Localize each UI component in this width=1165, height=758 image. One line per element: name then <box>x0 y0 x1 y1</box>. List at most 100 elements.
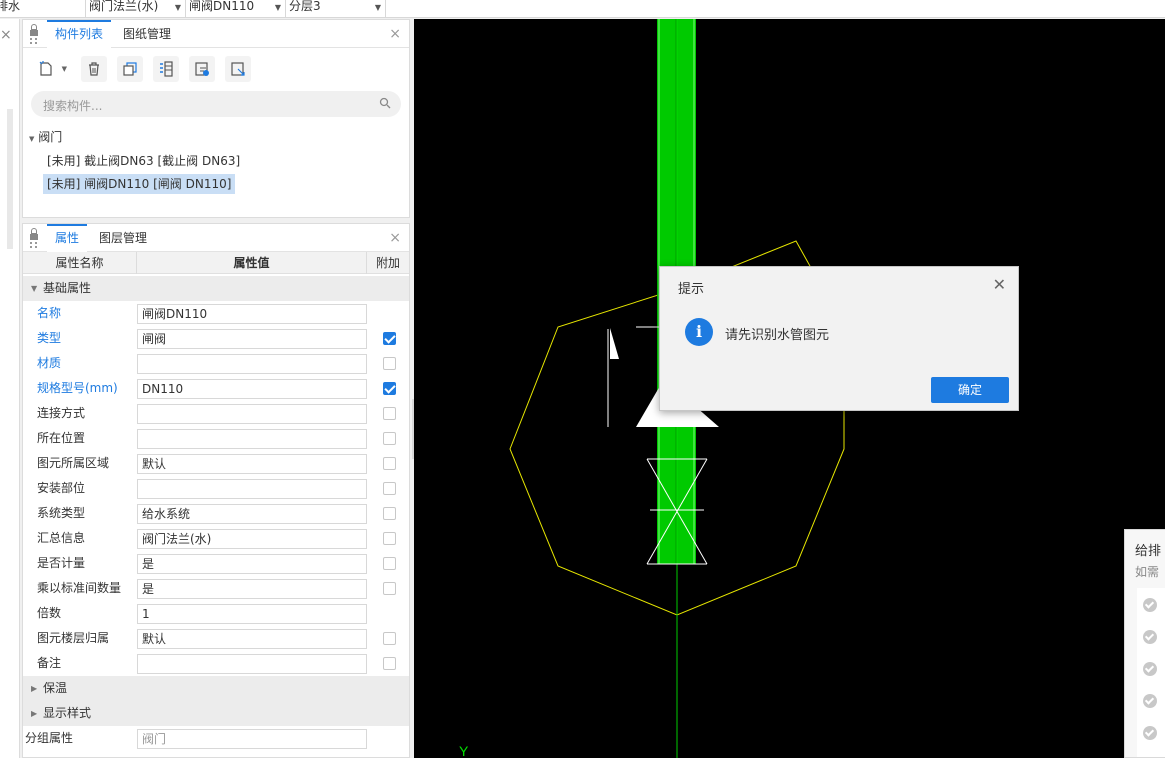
property-value-field[interactable] <box>137 354 367 374</box>
component-search[interactable]: 搜索构件... <box>31 91 401 117</box>
attach-checkbox[interactable] <box>383 432 396 445</box>
axis-label-y: Y <box>459 743 469 758</box>
new-component-button[interactable]: ▼ <box>33 56 69 82</box>
tab-drawing-management[interactable]: 图纸管理 <box>115 20 179 48</box>
property-value-field[interactable] <box>137 429 367 449</box>
check-circle-icon <box>1143 630 1157 644</box>
property-row: 图元楼层归属 默认 <box>23 626 409 651</box>
caret-right-icon: ▶ <box>31 684 38 693</box>
attach-checkbox[interactable] <box>383 457 396 470</box>
property-value-field[interactable] <box>137 654 367 674</box>
copy-button[interactable] <box>117 56 143 82</box>
caret-down-icon: ▼ <box>29 135 35 143</box>
tree-item-selected[interactable]: [未用] 闸阀DN110 [闸阀 DN110] <box>43 174 236 194</box>
chevron-down-icon: ▼ <box>274 3 281 12</box>
property-name: 类型 <box>37 331 62 345</box>
system-combo[interactable]: 排水 <box>0 0 86 17</box>
group-insulation[interactable]: ▶ 保温 <box>23 676 409 701</box>
pin-icon[interactable] <box>29 228 39 248</box>
close-icon[interactable]: ✕ <box>993 275 1006 294</box>
check-circle-icon <box>1143 598 1157 612</box>
tab-properties[interactable]: 属性 <box>47 224 88 252</box>
property-name: 是否计量 <box>37 556 86 570</box>
property-row: 图元所属区域 默认 <box>23 451 409 476</box>
property-value-field[interactable]: 默认 <box>137 454 367 474</box>
property-name: 规格型号(mm) <box>37 381 118 395</box>
property-value-field[interactable]: 1 <box>137 604 367 624</box>
property-value-field[interactable]: 是 <box>137 579 367 599</box>
delete-button[interactable] <box>81 56 107 82</box>
chevron-down-icon: ▼ <box>374 3 381 12</box>
attach-checkbox[interactable] <box>383 357 396 370</box>
property-name: 系统类型 <box>37 506 86 520</box>
group-basic-properties[interactable]: ▼ 基础属性 <box>23 276 409 301</box>
summary-combo-value: 阀门法兰(水) <box>89 0 159 13</box>
property-name: 所在位置 <box>37 431 86 445</box>
property-name: 倍数 <box>37 606 62 620</box>
property-name: 连接方式 <box>37 406 86 420</box>
property-value-field[interactable]: 闸阀 <box>137 329 367 349</box>
close-icon[interactable]: × <box>389 26 401 42</box>
property-panel: 属性 图层管理 × 属性名称 属性值 附加 ▼ 基础属性 名称 闸阀DN110 类型… <box>22 223 410 758</box>
attach-checkbox[interactable] <box>383 657 396 670</box>
attach-checkbox[interactable] <box>383 382 396 395</box>
attach-checkbox[interactable] <box>383 632 396 645</box>
search-placeholder: 搜索构件... <box>43 99 103 113</box>
import-button[interactable] <box>189 56 215 82</box>
panel-header: 构件列表 图纸管理 × <box>23 20 409 48</box>
property-row: 所在位置 <box>23 426 409 451</box>
property-name: 分组属性 <box>25 731 74 745</box>
list-view-button[interactable] <box>153 56 179 82</box>
ok-button[interactable]: 确定 <box>931 377 1009 403</box>
attach-checkbox[interactable] <box>383 507 396 520</box>
property-value-field[interactable]: 闸阀DN110 <box>137 304 367 324</box>
attach-checkbox[interactable] <box>383 532 396 545</box>
property-value-field[interactable]: 阀门法兰(水) <box>137 529 367 549</box>
property-value-field[interactable]: 是 <box>137 554 367 574</box>
group-attribute-row: 分组属性 阀门 <box>23 726 409 751</box>
new-file-icon <box>39 61 52 76</box>
attach-checkbox[interactable] <box>383 482 396 495</box>
tree-root[interactable]: ▼ 阀门 <box>29 128 62 145</box>
group-display-style[interactable]: ▶ 显示样式 <box>23 701 409 726</box>
component-combo[interactable]: 闸阀DN110 ▼ <box>187 0 286 17</box>
property-value-field[interactable]: 给水系统 <box>137 504 367 524</box>
property-row: 倍数 1 <box>23 601 409 626</box>
attach-checkbox[interactable] <box>383 407 396 420</box>
group-label: 保温 <box>43 681 68 695</box>
export-button[interactable] <box>225 56 251 82</box>
property-value-field[interactable] <box>137 404 367 424</box>
tab-component-list[interactable]: 构件列表 <box>47 20 112 48</box>
floor-combo-value: 分层3 <box>289 0 321 13</box>
summary-combo[interactable]: 阀门法兰(水) ▼ <box>87 0 186 17</box>
property-value-field[interactable]: 默认 <box>137 629 367 649</box>
column-header-extra: 附加 <box>375 256 400 270</box>
property-row: 名称 闸阀DN110 <box>23 301 409 326</box>
system-combo-value: 排水 <box>0 0 21 13</box>
dialog-message: 请先识别水管图元 <box>725 328 830 343</box>
property-value-field[interactable]: 阀门 <box>137 729 367 749</box>
dialog-title: 提示 <box>678 282 705 297</box>
panel-header: 属性 图层管理 × <box>23 224 409 252</box>
close-icon[interactable]: × <box>389 230 401 246</box>
property-value-field[interactable]: DN110 <box>137 379 367 399</box>
prompt-dialog: 提示 ✕ i 请先识别水管图元 确定 <box>659 266 1019 411</box>
tree-item[interactable]: [未用] 截止阀DN63 [截止阀 DN63] <box>47 152 240 169</box>
right-panel-subtitle: 如需 <box>1135 565 1160 579</box>
property-value-field[interactable] <box>137 479 367 499</box>
property-row: 安装部位 <box>23 476 409 501</box>
pin-icon[interactable] <box>29 24 39 44</box>
property-row: 规格型号(mm) DN110 <box>23 376 409 401</box>
floor-combo[interactable]: 分层3 ▼ <box>287 0 386 17</box>
attach-checkbox[interactable] <box>383 332 396 345</box>
component-combo-value: 闸阀DN110 <box>189 0 255 13</box>
attach-checkbox[interactable] <box>383 582 396 595</box>
flag-marker <box>610 328 619 359</box>
close-icon[interactable]: × <box>0 27 12 43</box>
copy-icon <box>123 62 137 76</box>
attach-checkbox[interactable] <box>383 557 396 570</box>
scrollbar[interactable] <box>7 109 13 249</box>
tab-layer-management[interactable]: 图层管理 <box>91 224 155 252</box>
search-icon <box>379 97 391 109</box>
left-collapsed-panel: × <box>0 19 20 758</box>
